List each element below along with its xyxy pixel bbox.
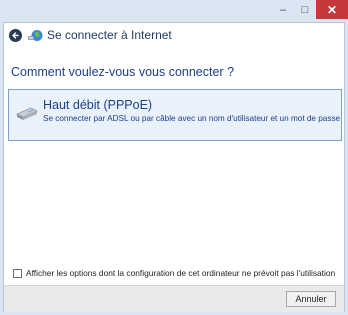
option-description: Se connecter par ADSL ou par câble avec … — [43, 114, 341, 123]
close-button[interactable]: ✕ — [316, 0, 348, 19]
show-options-checkbox[interactable] — [13, 268, 22, 278]
network-globe-icon — [28, 29, 43, 41]
dialog-title: Se connecter à Internet — [47, 28, 172, 42]
option-title: Haut débit (PPPoE) — [43, 98, 153, 112]
title-bar[interactable]: ‒ □ ✕ — [0, 0, 348, 22]
checkbox-label: Afficher les options dont la configurati… — [26, 268, 336, 278]
dialog-window: ‒ □ ✕ Se connecter à Internet Comment vo… — [0, 0, 348, 315]
dialog-content: Se connecter à Internet Comment voulez-v… — [3, 22, 345, 312]
back-button[interactable] — [9, 28, 22, 42]
dialog-footer: Annuler — [4, 285, 344, 312]
modem-icon — [16, 107, 38, 120]
minimize-button[interactable]: ‒ — [272, 0, 294, 20]
connection-question: Comment voulez-vous vous connecter ? — [11, 65, 235, 79]
option-broadband-pppoe[interactable]: Haut débit (PPPoE) Se connecter par ADSL… — [8, 89, 342, 141]
dialog-header: Se connecter à Internet — [4, 23, 344, 47]
cancel-button[interactable]: Annuler — [286, 291, 336, 307]
maximize-button[interactable]: □ — [294, 0, 316, 20]
back-arrow-icon — [12, 31, 19, 39]
show-unsupported-options[interactable]: Afficher les options dont la configurati… — [13, 268, 335, 278]
